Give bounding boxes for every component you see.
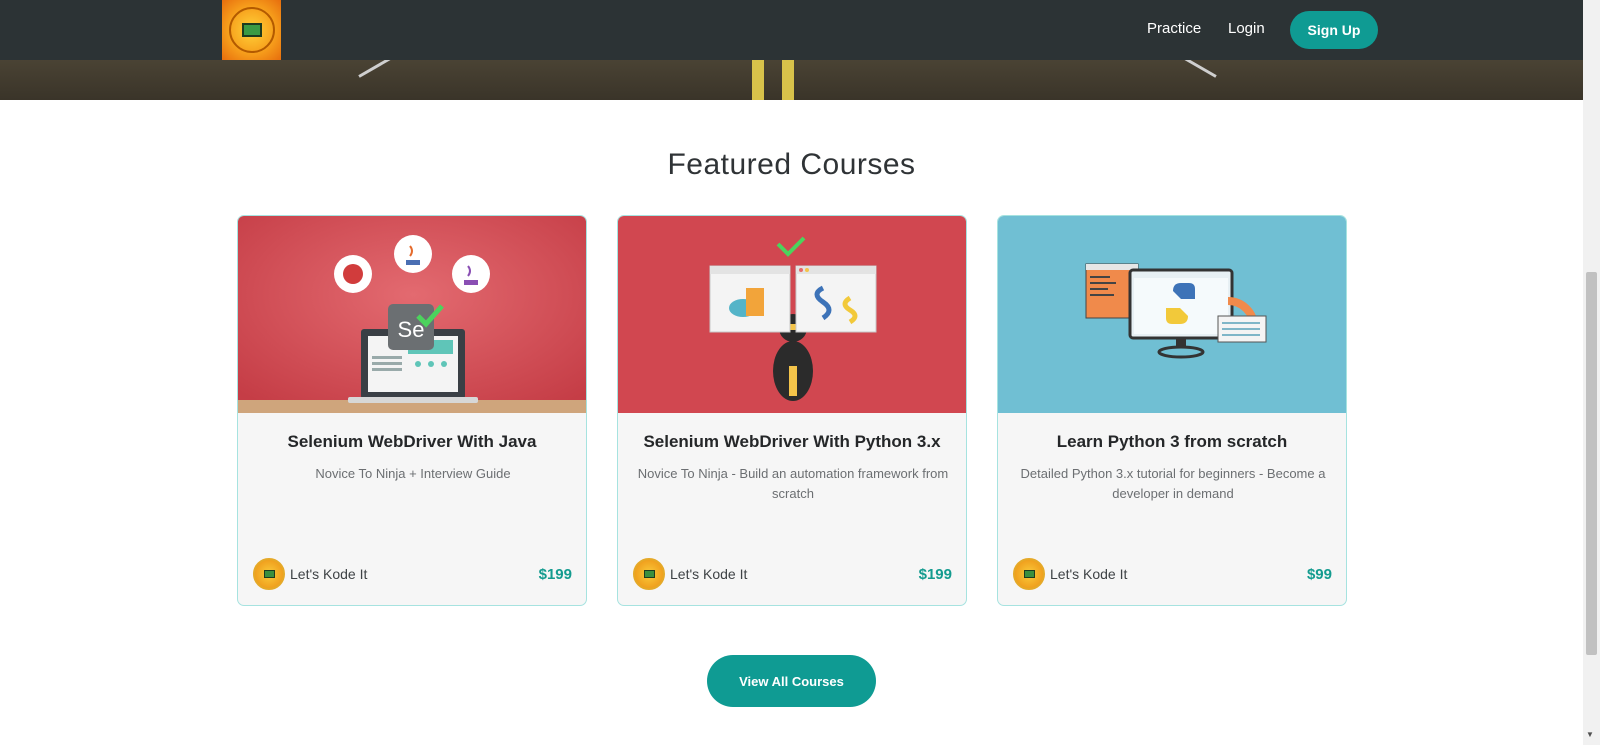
sign-up-button[interactable]: Sign Up	[1290, 11, 1378, 49]
road-line-left	[752, 55, 764, 100]
featured-courses-title: Featured Courses	[667, 148, 916, 181]
road-line-right	[782, 55, 794, 100]
author-avatar-icon	[1013, 558, 1045, 590]
course-card-python3[interactable]: Learn Python 3 from scratch Detailed Pyt…	[997, 215, 1347, 606]
author-name: Let's Kode It	[1050, 566, 1128, 582]
course-image-python3	[998, 216, 1346, 413]
top-navbar: Practice Login Sign Up	[0, 0, 1583, 60]
course-card-java[interactable]: Se Selenium WebDriver With Java Novice T…	[237, 215, 587, 606]
logo-screen-icon	[241, 23, 262, 37]
course-subtitle: Novice To Ninja - Build an automation fr…	[637, 466, 949, 501]
author-name: Let's Kode It	[670, 566, 748, 582]
view-all-courses-button[interactable]: View All Courses	[707, 655, 876, 707]
course-subtitle: Novice To Ninja + Interview Guide	[315, 466, 511, 481]
course-title[interactable]: Selenium WebDriver With Python 3.x	[618, 432, 966, 452]
author-avatar-icon	[633, 558, 665, 590]
nav-link-practice[interactable]: Practice	[1147, 20, 1201, 37]
course-image-java: Se	[238, 216, 586, 413]
logo-badge-icon	[228, 7, 275, 53]
course-price: $199	[918, 566, 952, 583]
site-logo[interactable]	[222, 0, 281, 60]
scroll-down-arrow-icon[interactable]: ▼	[1586, 730, 1594, 739]
course-image-python-selenium	[618, 216, 966, 413]
course-title[interactable]: Learn Python 3 from scratch	[998, 432, 1346, 452]
course-card-python-selenium[interactable]: Selenium WebDriver With Python 3.x Novic…	[617, 215, 967, 606]
author-name: Let's Kode It	[290, 566, 368, 582]
course-price: $199	[538, 566, 572, 583]
nav-link-login[interactable]: Login	[1228, 20, 1265, 37]
scrollbar-thumb[interactable]	[1586, 272, 1597, 655]
course-price: $99	[1306, 566, 1332, 583]
author-avatar-icon	[253, 558, 285, 590]
course-title[interactable]: Selenium WebDriver With Java	[238, 432, 586, 452]
course-subtitle: Detailed Python 3.x tutorial for beginne…	[1020, 466, 1326, 501]
